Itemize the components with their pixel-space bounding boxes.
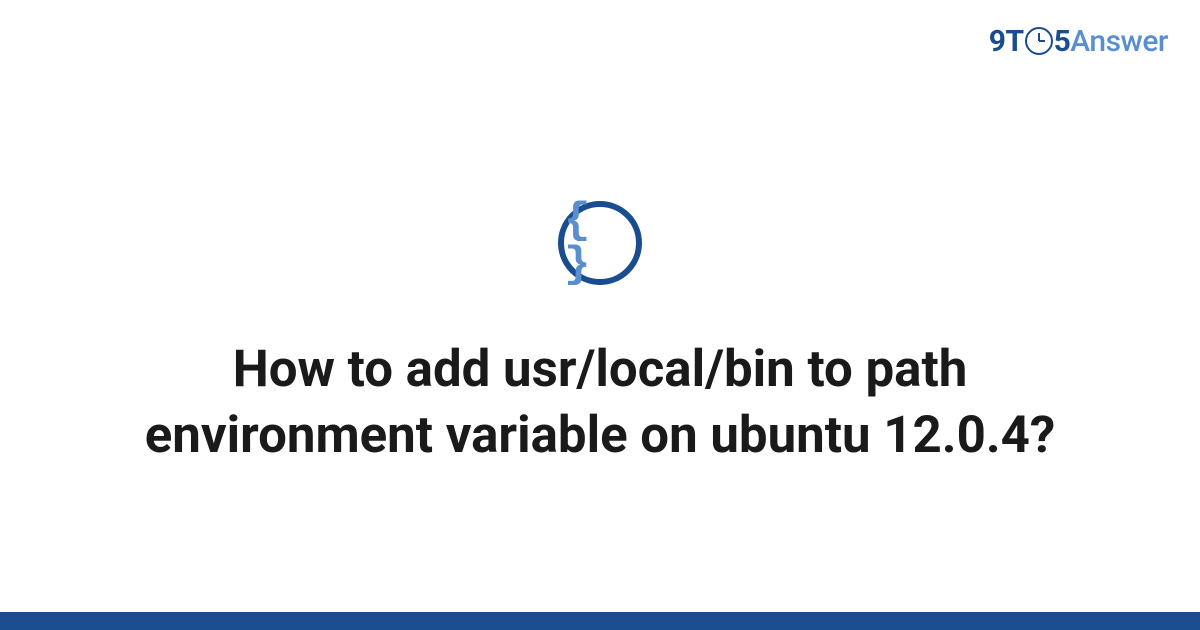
footer-accent-bar <box>0 612 1200 630</box>
main-content: { } How to add usr/local/bin to path env… <box>0 0 1200 630</box>
code-braces-icon: { } <box>564 199 636 287</box>
topic-icon-circle: { } <box>558 201 642 285</box>
question-title: How to add usr/local/bin to path environ… <box>120 337 1080 470</box>
